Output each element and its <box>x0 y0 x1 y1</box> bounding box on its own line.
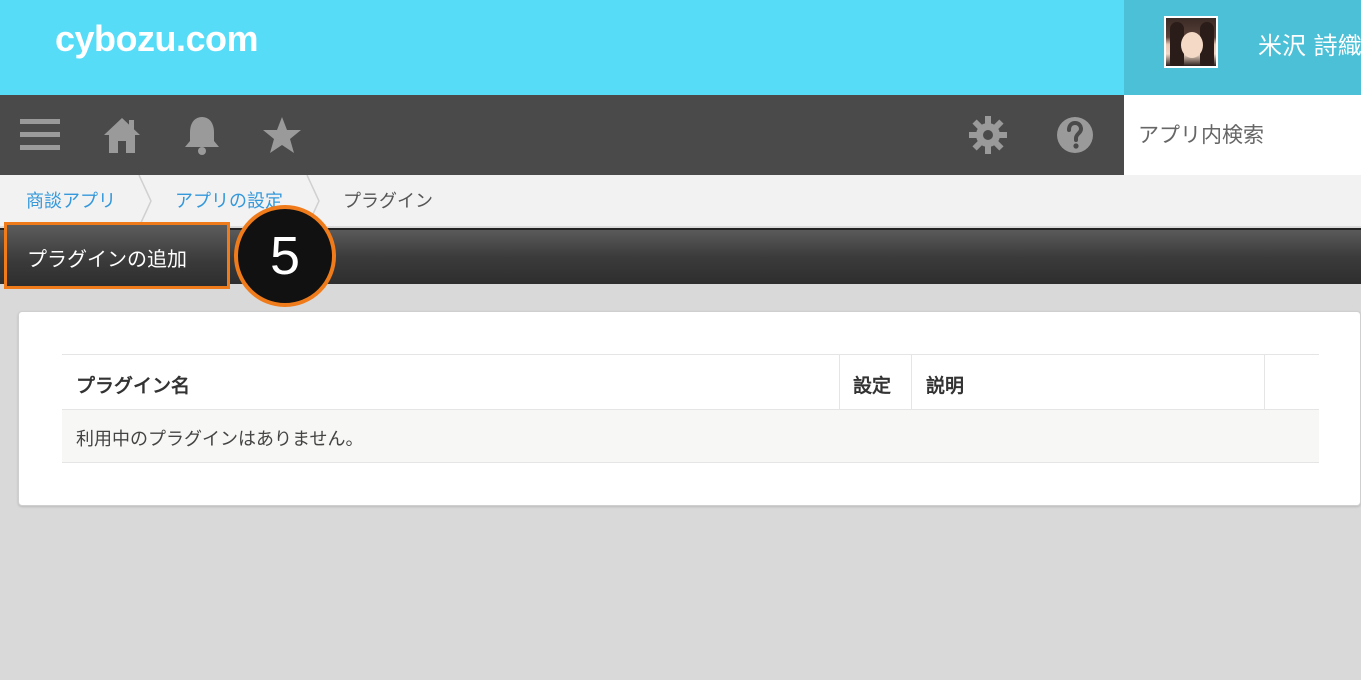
plugin-list-panel: プラグイン名 設定 説明 利用中のプラグインはありません。 <box>18 311 1361 506</box>
breadcrumb: 商談アプリ アプリの設定 プラグイン <box>0 175 1361 227</box>
help-icon[interactable] <box>1053 115 1097 155</box>
column-header-settings: 設定 <box>839 354 912 410</box>
user-name[interactable]: 米沢 詩織 <box>1258 26 1361 61</box>
app-search <box>1124 95 1361 175</box>
step-number-badge: 5 <box>234 205 336 307</box>
column-header-name: プラグイン名 <box>62 354 839 410</box>
user-panel[interactable]: 米沢 詩織 <box>1124 0 1361 95</box>
empty-message: 利用中のプラグインはありません。 <box>76 429 364 450</box>
breadcrumb-separator <box>138 175 152 227</box>
avatar[interactable] <box>1164 16 1218 68</box>
add-plugin-button[interactable]: プラグインの追加 <box>4 222 230 289</box>
empty-row: 利用中のプラグインはありません。 <box>62 410 1319 463</box>
breadcrumb-item-app[interactable]: 商談アプリ <box>26 187 116 213</box>
add-plugin-label: プラグインの追加 <box>27 247 187 271</box>
bell-icon[interactable] <box>180 115 224 155</box>
gear-icon[interactable] <box>966 115 1010 155</box>
global-header: cybozu.com 米沢 詩織 <box>0 0 1361 95</box>
avatar-face <box>1181 32 1203 58</box>
star-icon[interactable] <box>260 115 304 155</box>
breadcrumb-item-plugin: プラグイン <box>343 191 433 212</box>
cybozu-logo[interactable]: cybozu.com <box>55 18 259 60</box>
column-header-actions <box>1265 354 1319 410</box>
home-icon[interactable] <box>100 115 144 155</box>
toolbar <box>0 95 1124 175</box>
app-search-input[interactable] <box>1124 95 1361 175</box>
menu-icon[interactable] <box>18 115 62 155</box>
column-header-description: 説明 <box>912 354 1265 410</box>
